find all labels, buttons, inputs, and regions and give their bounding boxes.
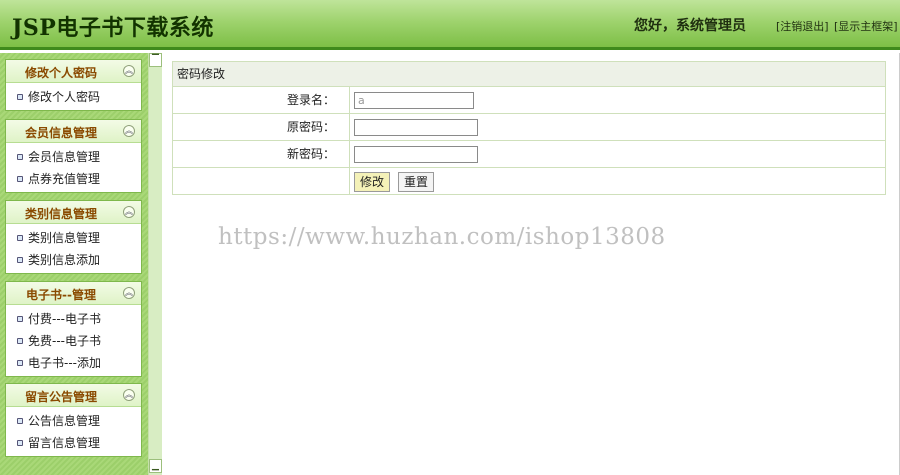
menu-group-title: 电子书--管理 [26,288,96,302]
bullet-icon [17,360,23,366]
bullet-icon [17,418,23,424]
form-row-login: 登录名： [173,87,885,114]
reset-button[interactable]: 重置 [398,172,435,192]
bullet-icon [17,338,23,344]
form-row-actions: 修改 重置 [173,168,885,194]
sidebar-item-member-info[interactable]: 会员信息管理 [6,146,141,168]
menu-group-title: 留言公告管理 [24,390,97,404]
sidebar-item-label: 会员信息管理 [28,150,101,164]
menu-group-header[interactable]: 电子书--管理 ︽ [6,282,141,305]
main-content: 密码修改 登录名： 原密码： 新密码： 修改 重置 [162,53,900,475]
sidebar-item-label: 电子书---添加 [28,356,101,370]
panel-title: 密码修改 [173,62,885,87]
sidebar: 修改个人密码 ︽ 修改个人密码 会员信息管理 ︽ 会员信息管理 点券充值管理 类… [0,53,148,475]
collapse-icon[interactable]: ︽ [123,389,135,401]
sidebar-item-change-password[interactable]: 修改个人密码 [6,86,141,108]
menu-group-notices: 留言公告管理 ︽ 公告信息管理 留言信息管理 [5,383,142,457]
menu-group-header[interactable]: 留言公告管理 ︽ [6,384,141,407]
actions-label-cell [173,168,350,194]
sidebar-item-label: 公告信息管理 [28,414,101,428]
sidebar-item-label: 点券充值管理 [28,172,101,186]
show-main-frame-link[interactable]: [显示主框架] [834,18,898,34]
watermark-text: https://www.huzhan.com/ishop13808 [218,224,666,250]
menu-group-header[interactable]: 会员信息管理 ︽ [6,120,141,143]
form-row-new-password: 新密码： [173,141,885,168]
submit-button[interactable]: 修改 [354,172,391,192]
scroll-up-arrow-icon[interactable]: ▔ [149,53,162,67]
bullet-icon [17,316,23,322]
sidebar-item-label: 付费---电子书 [28,312,101,326]
collapse-icon[interactable]: ︽ [123,125,135,137]
menu-group-title: 类别信息管理 [24,207,97,221]
menu-group-header[interactable]: 类别信息管理 ︽ [6,201,141,224]
sidebar-item-category-add[interactable]: 类别信息添加 [6,249,141,271]
menu-group-members: 会员信息管理 ︽ 会员信息管理 点券充值管理 [5,119,142,193]
sidebar-item-free-ebooks[interactable]: 免费---电子书 [6,330,141,352]
bullet-icon [17,235,23,241]
menu-group-categories: 类别信息管理 ︽ 类别信息管理 类别信息添加 [5,200,142,274]
sidebar-item-message-manage[interactable]: 留言信息管理 [6,432,141,454]
logout-link[interactable]: [注销退出] [776,18,829,34]
collapse-icon[interactable]: ︽ [123,65,135,77]
menu-group-header[interactable]: 修改个人密码 ︽ [6,60,141,83]
sidebar-item-label: 留言信息管理 [28,436,101,450]
old-password-label: 原密码： [173,114,350,140]
bullet-icon [17,440,23,446]
login-name-label: 登录名： [173,87,350,113]
sidebar-item-notice-manage[interactable]: 公告信息管理 [6,410,141,432]
old-password-input[interactable] [354,119,478,136]
sidebar-item-label: 类别信息管理 [28,231,101,245]
sidebar-item-label: 修改个人密码 [28,90,101,104]
menu-group-title: 会员信息管理 [24,126,97,140]
top-header: JSP电子书下载系统 您好，系统管理员 [注销退出] [显示主框架] [0,0,900,50]
menu-group-ebooks: 电子书--管理 ︽ 付费---电子书 免费---电子书 电子书---添加 [5,281,142,377]
scroll-down-arrow-icon[interactable]: ▁ [149,459,162,473]
sidebar-item-ebook-add[interactable]: 电子书---添加 [6,352,141,374]
sidebar-item-points-recharge[interactable]: 点券充值管理 [6,168,141,190]
sidebar-item-paid-ebooks[interactable]: 付费---电子书 [6,308,141,330]
menu-group-title: 修改个人密码 [24,66,97,80]
sidebar-splitter[interactable]: ▔ ▁ [148,53,162,475]
collapse-icon[interactable]: ︽ [123,287,135,299]
sidebar-item-label: 免费---电子书 [28,334,101,348]
menu-group-password: 修改个人密码 ︽ 修改个人密码 [5,59,142,111]
sidebar-item-category-manage[interactable]: 类别信息管理 [6,227,141,249]
bullet-icon [17,154,23,160]
new-password-label: 新密码： [173,141,350,167]
new-password-input[interactable] [354,146,478,163]
user-greeting: 您好，系统管理员 [634,18,746,34]
password-form: 密码修改 登录名： 原密码： 新密码： 修改 重置 [172,61,886,195]
bullet-icon [17,94,23,100]
sidebar-item-label: 类别信息添加 [28,253,101,267]
login-name-input[interactable] [354,92,474,109]
form-row-old-password: 原密码： [173,114,885,141]
app-title: JSP电子书下载系统 [12,15,214,41]
bullet-icon [17,176,23,182]
collapse-icon[interactable]: ︽ [123,206,135,218]
bullet-icon [17,257,23,263]
